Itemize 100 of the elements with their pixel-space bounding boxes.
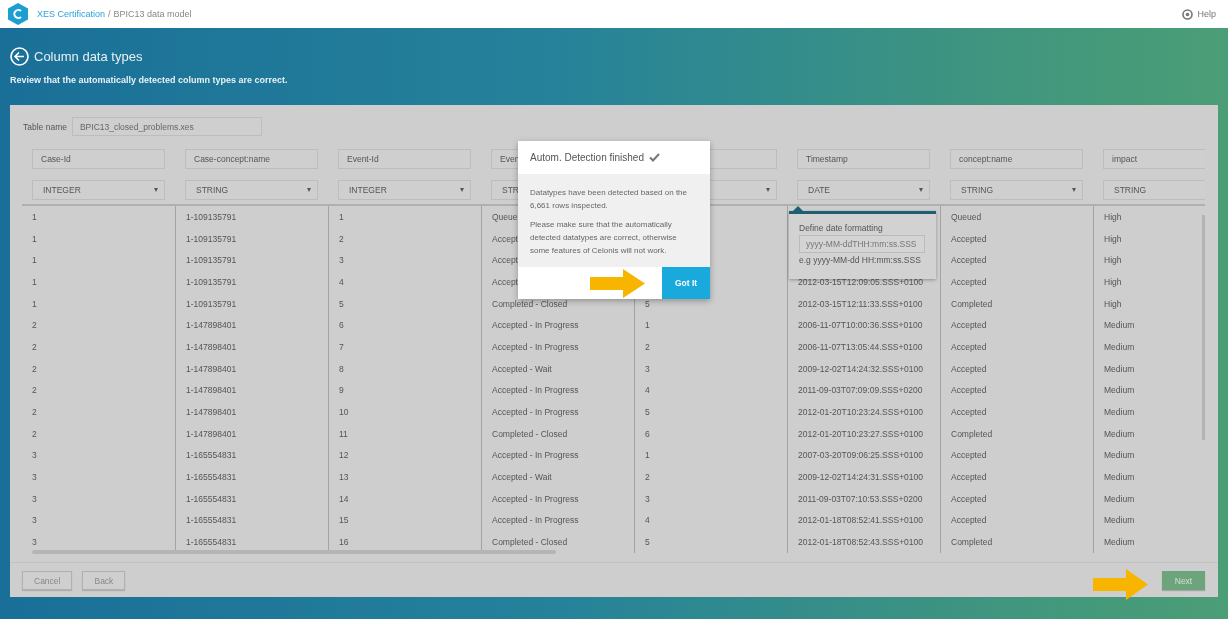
breadcrumb-link[interactable]: XES Certification [37,9,106,19]
table-cell: High [1104,233,1122,244]
caret-icon [766,188,770,192]
date-format-field[interactable]: yyyy-MM-ddTHH:mm:ss.SSS [799,235,925,253]
date-format-example: e.g yyyy-MM-dd HH:mm:ss.SSS [799,255,921,265]
table-cell: 1-109135791 [186,255,237,266]
table-cell: Accept [492,233,518,244]
column-name-field[interactable]: Timestamp [797,149,930,169]
table-cell: 2 [32,341,37,352]
table-cell: 1 [32,276,37,287]
table-cell: 1-165554831 [186,450,237,461]
table-cell: 2 [32,320,37,331]
table-cell: 6 [645,428,650,439]
table-cell: Accepted [951,255,987,266]
table-cell: 1 [339,211,344,222]
table-cell: Accepted - In Progress [492,450,579,461]
table-cell: 2 [32,407,37,418]
column-name-field[interactable]: impact [1103,149,1205,169]
table-cell: Accepted [951,276,987,287]
caret-icon [154,188,158,192]
table-cell: 1-147898401 [186,341,237,352]
table-cell: Accepted [951,472,987,483]
table-cell: Medium [1104,341,1135,352]
table-cell: Completed [951,537,993,548]
logo-icon [8,3,28,25]
column-name-field[interactable]: concept:name [950,149,1083,169]
table-cell: 3 [32,450,37,461]
table-name-field[interactable]: BPIC13_closed_problems.xes [71,117,262,136]
table-cell: Accepted - In Progress [492,385,579,396]
type-select[interactable]: INTEGER [32,180,165,200]
table-cell: Accepted [951,450,987,461]
table-cell: Medium [1104,407,1135,418]
table-cell: 2 [32,363,37,374]
caret-icon [919,188,923,192]
table-cell: Completed [951,298,993,309]
table-cell: 1-165554831 [186,515,237,526]
table-cell: 3 [339,255,344,266]
column-name-field[interactable]: Case-Id [32,149,165,169]
table-cell: 5 [339,298,344,309]
table-cell: 7 [339,341,344,352]
table-cell: Accepted [951,407,987,418]
table-cell: 3 [645,363,650,374]
table-cell: Accepted - Wait [492,363,552,374]
table-cell: 1-109135791 [186,298,237,309]
table-cell: 2 [645,341,650,352]
table-cell: Medium [1104,363,1135,374]
table-cell: 2 [339,233,344,244]
table-cell: 1-147898401 [186,385,237,396]
table-cell: 1-147898401 [186,320,237,331]
table-cell: 2006-11-07T13:05:44.SSS+0100 [798,341,923,352]
table-cell: 1 [32,233,37,244]
table-cell: Accept [492,255,518,266]
table-cell: Completed - Closed [492,537,568,548]
table-cell: 1-109135791 [186,276,237,287]
table-cell: 2009-12-02T14:24:32.SSS+0100 [798,363,923,374]
table-cell: 2012-01-20T10:23:27.SSS+0100 [798,428,923,439]
help-link[interactable]: Help [1182,8,1216,20]
arrow-icon [590,268,645,298]
table-cell: Medium [1104,537,1135,548]
table-cell: 5 [645,407,650,418]
table-cell: High [1104,276,1122,287]
dialog-text: Datatypes have been detected based on the 6,661 rows inspected. [530,186,688,212]
table-cell: Accepted - In Progress [492,515,579,526]
type-select[interactable]: INTEGER [338,180,471,200]
table-cell: 3 [32,515,37,526]
table-cell: 11 [339,428,348,439]
table-cell: 1 [645,320,650,331]
table-cell: 15 [339,515,349,526]
table-cell: 2 [32,385,37,396]
type-select[interactable]: STRING [950,180,1083,200]
back-icon[interactable] [10,47,29,66]
table-cell: Accepted [951,320,987,331]
table-cell: 12 [339,450,349,461]
table-cell: 5 [645,537,650,548]
table-cell: 2012-01-18T08:52:41.SSS+0100 [798,515,923,526]
table-cell: 1-165554831 [186,493,237,504]
table-cell: 1-147898401 [186,407,237,418]
table-cell: 1-165554831 [186,537,237,548]
table-cell: Accepted - In Progress [492,320,579,331]
table-cell: Accepted - In Progress [492,407,579,418]
type-select[interactable]: DATE [797,180,930,200]
table-cell: 6 [339,320,344,331]
table-cell: Accepted - In Progress [492,493,579,504]
caret-icon [1072,188,1076,192]
table-cell: 2012-01-18T08:52:43.SSS+0100 [798,537,923,548]
table-cell: Accepted [951,233,987,244]
table-cell: Medium [1104,515,1135,526]
table-cell: Accepted [951,363,987,374]
table-cell: 2011-09-03T07:09:09.SSS+0200 [798,385,923,396]
got-it-button[interactable]: Got It [662,267,710,299]
type-select[interactable]: STRING [185,180,318,200]
column-name-field[interactable]: Event-Id [338,149,471,169]
table-cell: Medium [1104,385,1135,396]
table-cell: 2007-03-20T09:06:25.SSS+0100 [798,450,923,461]
table-cell: 1 [32,211,37,222]
table-cell: 1-109135791 [186,233,237,244]
type-select[interactable]: STRING [1103,180,1205,200]
table-cell: 3 [32,537,37,548]
column-name-field[interactable]: Case-concept:name [185,149,318,169]
table-cell: Medium [1104,320,1135,331]
